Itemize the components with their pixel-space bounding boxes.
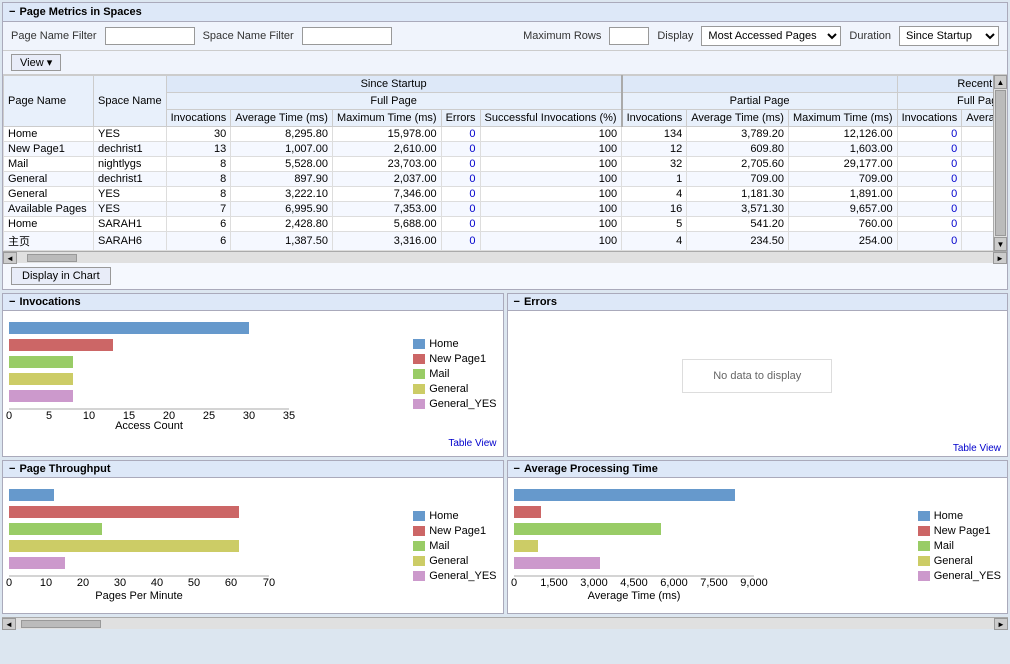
- table-row: Mailnightlygs85,528.0023,703.000100322,7…: [4, 157, 1008, 172]
- avg-time-legend: Home New Page1 Mail General General_YES: [918, 484, 1001, 607]
- svg-text:7,500: 7,500: [700, 577, 728, 589]
- table-row: GeneralYES83,222.107,346.00010041,181.30…: [4, 187, 1008, 202]
- h-scroll-left[interactable]: ◄: [3, 252, 17, 264]
- full-page-label-2: Full Page: [897, 93, 1007, 110]
- svg-text:Access Count: Access Count: [115, 420, 183, 432]
- since-startup-header: Since Startup: [166, 76, 622, 93]
- th-p-avg: Average Time (ms): [687, 110, 789, 127]
- invocations-table-view[interactable]: Table View: [3, 436, 503, 451]
- svg-text:0: 0: [6, 410, 12, 422]
- svg-text:50: 50: [188, 577, 200, 589]
- table-row: New Page1dechrist1131,007.002,610.000100…: [4, 142, 1008, 157]
- svg-text:40: 40: [151, 577, 163, 589]
- max-rows-label: Maximum Rows: [523, 30, 601, 42]
- svg-text:Average Time (ms): Average Time (ms): [587, 590, 680, 602]
- h-scroll-thumb[interactable]: [27, 254, 77, 262]
- invocations-title: Invocations: [19, 296, 80, 308]
- bottom-scroll-thumb[interactable]: [21, 620, 101, 628]
- recent-header: Recent H: [897, 76, 1007, 93]
- avg-time-collapse[interactable]: −: [514, 463, 520, 475]
- errors-collapse[interactable]: −: [514, 296, 520, 308]
- svg-text:25: 25: [203, 410, 215, 422]
- h-scroll-right[interactable]: ►: [993, 252, 1007, 264]
- table-row: Generaldechrist18897.902,037.0001001709.…: [4, 172, 1008, 187]
- full-page-header-1: [622, 76, 897, 93]
- duration-label: Duration: [849, 30, 891, 42]
- bottom-scroll-left[interactable]: ◄: [2, 618, 16, 630]
- page-name-filter-label: Page Name Filter: [11, 30, 97, 42]
- collapse-button[interactable]: −: [9, 6, 15, 18]
- svg-text:10: 10: [83, 410, 95, 422]
- th-errors: Errors: [441, 110, 480, 127]
- svg-text:70: 70: [263, 577, 275, 589]
- th-p-invocations: Invocations: [622, 110, 687, 127]
- table-row: 主页SARAH661,387.503,316.0001004234.50254.…: [4, 232, 1008, 251]
- th-r-inv: Invocations: [897, 110, 962, 127]
- throughput-title: Page Throughput: [19, 463, 110, 475]
- th-max-time: Maximum Time (ms): [332, 110, 441, 127]
- svg-text:6,000: 6,000: [660, 577, 688, 589]
- page-name-filter-input[interactable]: [105, 27, 195, 45]
- duration-select[interactable]: Since Startup: [899, 26, 999, 46]
- th-invocations: Invocations: [166, 110, 231, 127]
- svg-text:30: 30: [243, 410, 255, 422]
- svg-text:20: 20: [77, 577, 89, 589]
- svg-text:4,500: 4,500: [620, 577, 648, 589]
- throughput-legend: Home New Page1 Mail General General_YES: [413, 484, 496, 607]
- svg-text:Pages Per Minute: Pages Per Minute: [95, 590, 182, 602]
- scroll-down-btn[interactable]: ▼: [994, 237, 1007, 251]
- svg-text:0: 0: [6, 577, 12, 589]
- no-data-message: No data to display: [682, 359, 832, 393]
- partial-page-label: Partial Page: [622, 93, 897, 110]
- th-succ: Successful Invocations (%): [480, 110, 622, 127]
- panel-title: Page Metrics in Spaces: [19, 6, 141, 18]
- max-rows-input[interactable]: [609, 27, 649, 45]
- view-button[interactable]: View ▾: [11, 54, 61, 71]
- svg-text:35: 35: [283, 410, 295, 422]
- throughput-collapse[interactable]: −: [9, 463, 15, 475]
- bottom-scroll-right[interactable]: ►: [994, 618, 1008, 630]
- display-label: Display: [657, 30, 693, 42]
- invocations-collapse[interactable]: −: [9, 296, 15, 308]
- display-chart-button[interactable]: Display in Chart: [11, 267, 111, 285]
- avg-time-title: Average Processing Time: [524, 463, 658, 475]
- col-space-name: Space Name: [94, 76, 167, 127]
- avg-processing-chart: 0 1,500 3,000 4,500 6,000 7,500 9,000 Av…: [514, 484, 814, 604]
- svg-text:0: 0: [510, 577, 516, 589]
- table-row: HomeSARAH162,428.805,688.0001005541.2076…: [4, 217, 1008, 232]
- svg-text:10: 10: [40, 577, 52, 589]
- table-row: Available PagesYES76,995.907,353.0001001…: [4, 202, 1008, 217]
- th-p-max: Maximum Time (ms): [788, 110, 897, 127]
- svg-text:60: 60: [225, 577, 237, 589]
- scroll-up-btn[interactable]: ▲: [994, 75, 1007, 89]
- svg-text:1,500: 1,500: [540, 577, 568, 589]
- errors-table-view[interactable]: Table View: [508, 441, 1008, 456]
- svg-text:3,000: 3,000: [580, 577, 608, 589]
- invocations-legend: Home New Page1 Mail General General_YES: [413, 317, 496, 430]
- space-name-filter-input[interactable]: [302, 27, 392, 45]
- scroll-thumb[interactable]: [995, 90, 1006, 236]
- invocations-chart: 0 5 10 15 20 25 30 35 Access Count: [9, 317, 309, 427]
- svg-text:9,000: 9,000: [740, 577, 768, 589]
- space-name-filter-label: Space Name Filter: [203, 30, 294, 42]
- col-page-name: Page Name: [4, 76, 94, 127]
- th-avg-time: Average Time (ms): [231, 110, 333, 127]
- full-page-label: Full Page: [166, 93, 622, 110]
- svg-text:5: 5: [46, 410, 52, 422]
- svg-text:30: 30: [114, 577, 126, 589]
- display-select[interactable]: Most Accessed Pages: [701, 26, 841, 46]
- throughput-chart: 0 10 20 30 40 50 60 70 Pages Per Minute: [9, 484, 309, 604]
- errors-title: Errors: [524, 296, 557, 308]
- table-row: HomeYES308,295.8015,978.0001001343,789.2…: [4, 127, 1008, 142]
